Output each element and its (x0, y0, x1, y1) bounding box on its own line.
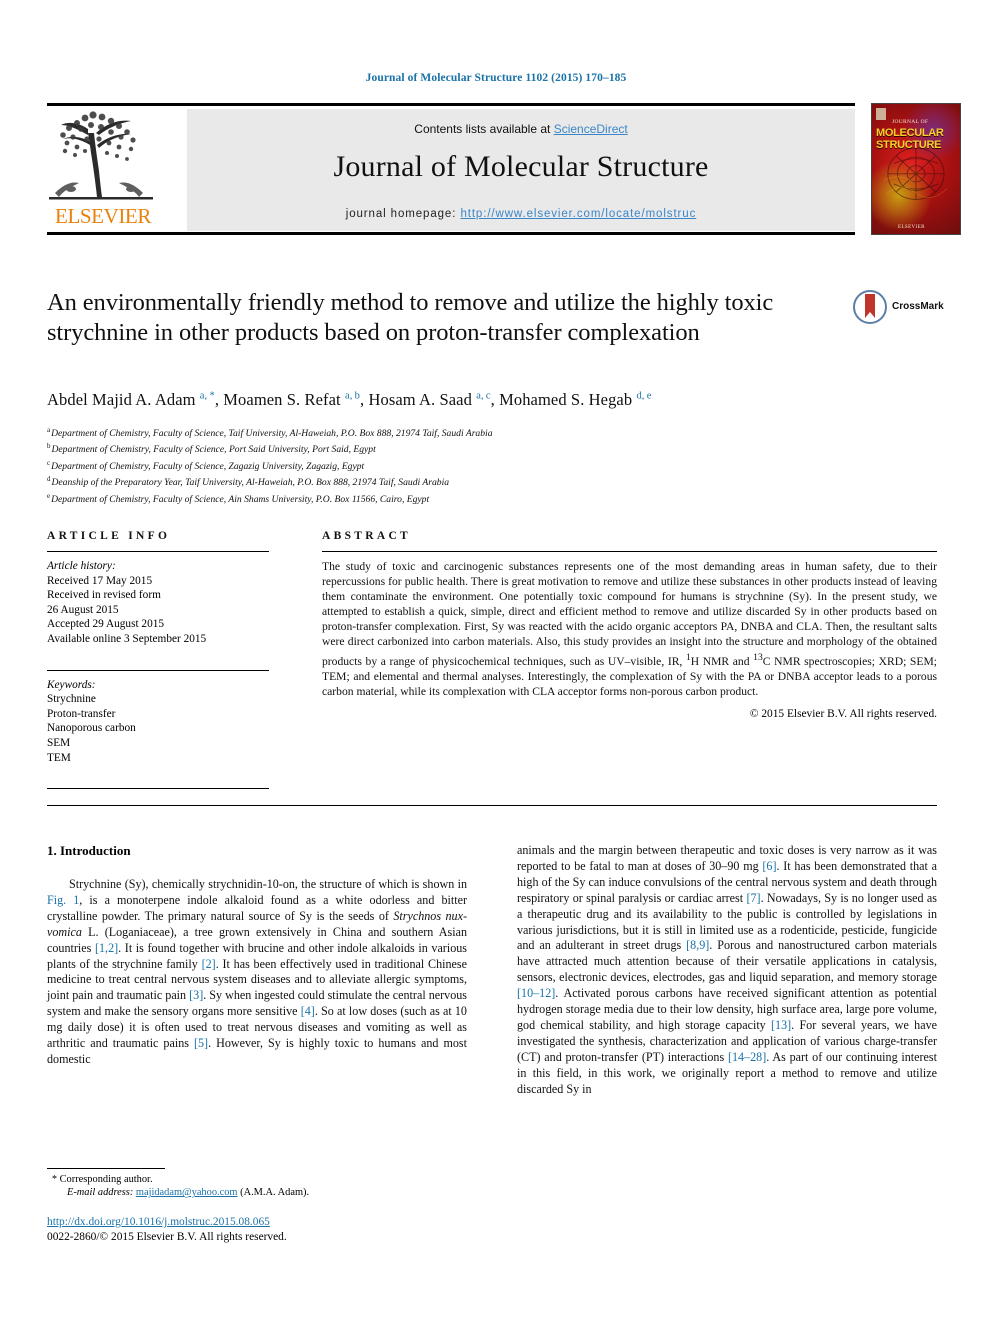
abstract-column: ABSTRACT The study of toxic and carcinog… (322, 530, 937, 720)
cover-subtitle: JOURNAL OF (892, 119, 929, 125)
journal-homepage-link[interactable]: http://www.elsevier.com/locate/molstruc (460, 208, 696, 220)
body-column-left: 1. Introduction Strychnine (Sy), chemica… (47, 843, 467, 1068)
affiliation-e: eDepartment of Chemistry, Faculty of Sci… (47, 490, 807, 506)
elsevier-wordmark: ELSEVIER (55, 204, 151, 228)
body-column-right: animals and the margin between therapeut… (517, 843, 937, 1098)
abstract-heading: ABSTRACT (322, 530, 412, 542)
corresponding-author-footnote: * Corresponding author. E-mail address: … (47, 1168, 467, 1200)
contents-prefix: Contents lists available at (414, 122, 554, 136)
keywords-block: Keywords: Strychnine Proton-transfer Nan… (47, 669, 269, 766)
author-list: Abdel Majid A. Adam a, *, Moamen S. Refa… (47, 390, 652, 409)
masthead-rule-bottom (47, 232, 855, 235)
history-available-online: Available online 3 September 2015 (47, 632, 207, 645)
intro-paragraph-left: Strychnine (Sy), chemically strychnidin-… (47, 877, 468, 1066)
journal-homepage-line: journal homepage: http://www.elsevier.co… (187, 208, 855, 220)
issn-copyright-line: 0022-2860/© 2015 Elsevier B.V. All right… (47, 1231, 287, 1243)
crossmark-notch (865, 312, 875, 318)
crossmark-label: CrossMark (892, 301, 944, 312)
history-received: Received 17 May 2015 (47, 574, 153, 587)
affiliation-marker: a (47, 426, 51, 434)
keyword-item: Proton-transfer (47, 707, 116, 720)
keywords-label: Keywords: (47, 678, 96, 691)
crossmark-icon (853, 290, 887, 324)
title-block: An environmentally friendly method to re… (47, 288, 837, 348)
corresponding-author-label: Corresponding author. (59, 1174, 153, 1185)
history-revised-date: 26 August 2015 (47, 603, 119, 616)
affiliation-text: Department of Chemistry, Faculty of Scie… (51, 494, 430, 506)
cover-publisher-text: ELSEVIER (898, 225, 925, 230)
masthead-center-panel: Contents lists available at ScienceDirec… (187, 109, 855, 231)
cover-publisher-badge (876, 108, 886, 120)
affiliation-a: aDepartment of Chemistry, Faculty of Sci… (47, 424, 807, 440)
email-label: E-mail address: (67, 1187, 134, 1199)
article-info-column: ARTICLE INFO Article history: Received 1… (47, 530, 269, 789)
abstract-divider (322, 551, 937, 552)
history-accepted: Accepted 29 August 2015 (47, 618, 165, 631)
email-link[interactable]: majidadam@yahoo.com (136, 1187, 238, 1198)
affiliation-d: dDeanship of the Preparatory Year, Taif … (47, 473, 807, 489)
contents-available-line: Contents lists available at ScienceDirec… (187, 109, 855, 136)
crossmark-badge[interactable]: CrossMark (853, 290, 947, 326)
article-info-bottom-rule (47, 788, 269, 789)
keywords-divider (47, 669, 269, 671)
corresponding-author-line: * Corresponding author. (47, 1173, 467, 1186)
affiliation-marker: d (47, 475, 51, 484)
affiliation-text: Department of Chemistry, Faculty of Scie… (51, 461, 365, 473)
affiliation-marker: b (47, 442, 51, 451)
elsevier-tree-icon (47, 109, 155, 203)
email-owner: (A.M.A. Adam). (240, 1187, 310, 1199)
affiliation-b: bDepartment of Chemistry, Faculty of Sci… (47, 440, 807, 456)
keyword-item: SEM (47, 736, 71, 749)
article-history-label: Article history: (47, 560, 116, 572)
asterisk-icon: * (52, 1174, 57, 1185)
journal-cover-thumbnail: JOURNAL OF MOLECULAR STRUCTURE ELSEVIER (871, 103, 961, 235)
running-head: Journal of Molecular Structure 1102 (201… (365, 72, 627, 84)
journal-title: Journal of Molecular Structure (333, 150, 709, 183)
sciencedirect-link[interactable]: ScienceDirect (554, 122, 628, 136)
homepage-prefix: journal homepage: (345, 208, 461, 220)
intro-paragraph-right: animals and the margin between therapeut… (517, 843, 938, 1096)
email-line: E-mail address: majidadam@yahoo.com (A.M… (47, 1186, 467, 1199)
article-info-divider (47, 551, 269, 552)
history-revised-label: Received in revised form (47, 589, 161, 602)
affiliation-text: Deanship of the Preparatory Year, Taif U… (51, 477, 450, 489)
elsevier-logo: ELSEVIER (47, 109, 161, 231)
abstract-text: The study of toxic and carcinogenic subs… (322, 560, 937, 698)
affiliation-text: Department of Chemistry, Faculty of Scie… (51, 428, 493, 440)
affiliation-marker: e (47, 491, 51, 500)
keyword-item: TEM (47, 751, 71, 764)
keyword-item: Strychnine (47, 693, 96, 706)
affiliation-text: Department of Chemistry, Faculty of Scie… (51, 444, 376, 456)
page-title: An environmentally friendly method to re… (47, 289, 774, 346)
article-info-heading: ARTICLE INFO (47, 530, 171, 542)
cover-title: MOLECULAR STRUCTURE (876, 127, 944, 151)
article-page: Journal of Molecular Structure 1102 (201… (0, 0, 992, 1323)
abstract-copyright: © 2015 Elsevier B.V. All rights reserved… (749, 707, 937, 720)
journal-masthead: ELSEVIER Contents lists available at Sci… (47, 103, 961, 235)
affiliation-marker: c (47, 458, 51, 467)
doi-link[interactable]: http://dx.doi.org/10.1016/j.molstruc.201… (47, 1215, 467, 1229)
footnote-rule (47, 1168, 165, 1169)
affiliation-c: cDepartment of Chemistry, Faculty of Sci… (47, 457, 807, 473)
section-heading-introduction: 1. Introduction (47, 843, 131, 858)
body-top-rule (47, 805, 937, 806)
doi-block: http://dx.doi.org/10.1016/j.molstruc.201… (47, 1215, 467, 1245)
affiliation-list: aDepartment of Chemistry, Faculty of Sci… (47, 424, 807, 506)
keyword-item: Nanoporous carbon (47, 722, 136, 735)
masthead-rule-top (47, 103, 855, 106)
